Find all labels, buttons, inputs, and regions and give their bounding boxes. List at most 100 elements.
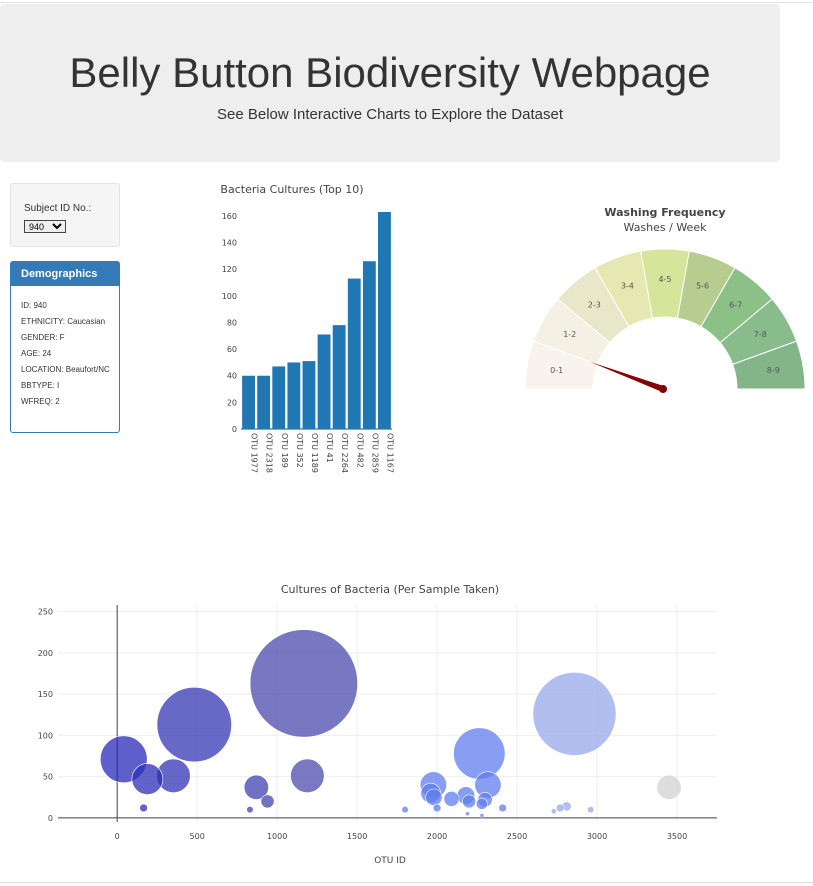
bar <box>317 334 331 429</box>
bar-x-tick-label: OTU 2318 <box>265 433 274 473</box>
gauge-section-label: 4-5 <box>658 275 671 284</box>
bubble-x-axis-label: OTU ID <box>374 856 406 866</box>
bar <box>242 375 255 429</box>
bottom-border <box>0 882 813 883</box>
bubble <box>401 806 409 814</box>
bar-x-tick-label: OTU 2859 <box>370 433 379 473</box>
bar-y-tick-label: 160 <box>222 212 237 221</box>
bar-x-tick-label: OTU 482 <box>355 433 364 468</box>
gauge-needle <box>589 361 665 392</box>
bubble <box>462 794 476 809</box>
bar <box>332 325 346 429</box>
gauge-section-label: 7-8 <box>754 330 767 339</box>
bar <box>302 361 316 429</box>
bubble <box>139 803 148 813</box>
subject-id-label: Subject ID No.: <box>24 203 92 214</box>
bubble <box>453 727 506 780</box>
bar-y-tick-label: 100 <box>222 292 237 301</box>
bubble <box>498 803 507 813</box>
top-border <box>0 2 813 3</box>
bubble <box>475 797 488 810</box>
subject-id-select[interactable]: 940 <box>24 220 66 233</box>
gauge-section-label: 5-6 <box>696 282 709 291</box>
bar <box>257 375 271 429</box>
bubble <box>425 788 443 806</box>
demo-wfreq: WFREQ: 2 <box>21 397 60 406</box>
bubble <box>246 806 254 814</box>
bubble <box>532 672 617 756</box>
bubble-x-tick-label: 2000 <box>427 832 447 841</box>
demo-gender: GENDER: F <box>21 333 65 342</box>
bar-y-tick-label: 80 <box>227 318 237 327</box>
gauge-section-label: 6-7 <box>729 301 742 310</box>
bar <box>362 261 376 429</box>
bubble <box>290 758 325 793</box>
bar-x-tick-label: OTU 2264 <box>340 433 349 473</box>
bar <box>378 211 391 429</box>
bar-x-tick-label: OTU 1977 <box>250 433 259 473</box>
bubble-x-tick-label: 1000 <box>267 832 287 841</box>
bar <box>287 362 301 429</box>
bubble-x-tick-label: 0 <box>115 832 120 841</box>
bubble-y-tick-label: 200 <box>38 649 53 658</box>
gauge-subtitle: Washes / Week <box>624 221 708 234</box>
bubble-chart[interactable]: Cultures of Bacteria (Per Sample Taken) 0… <box>20 575 740 875</box>
gauge-title: Washing Frequency <box>604 206 725 219</box>
bubble <box>249 629 358 738</box>
bar-x-tick-label: OTU 41 <box>325 433 334 463</box>
bubble-x-tick-label: 2500 <box>507 832 527 841</box>
bar <box>347 278 361 429</box>
bar-y-tick-label: 60 <box>227 345 237 354</box>
gauge-section-label: 3-4 <box>621 282 634 291</box>
demographics-panel: Demographics ID: 940 ETHNICITY: Caucasia… <box>10 261 120 433</box>
bar-x-tick-label: OTU 1167 <box>385 433 394 473</box>
bubble-x-tick-label: 3000 <box>587 832 607 841</box>
bubble <box>465 811 470 817</box>
bubble <box>432 803 442 813</box>
gauge-section-label: 2-3 <box>588 301 601 310</box>
bubble-y-tick-label: 250 <box>38 608 53 617</box>
demo-age: AGE: 24 <box>21 349 52 358</box>
bubble <box>587 806 595 814</box>
bubble-y-tick-label: 100 <box>38 731 53 740</box>
bubble-x-tick-label: 1500 <box>347 832 367 841</box>
bubble-x-tick-label: 3500 <box>667 832 687 841</box>
subject-selector-well: Subject ID No.: 940 <box>10 183 120 247</box>
gauge-section-label: 8-9 <box>767 366 780 375</box>
header-jumbotron: Belly Button Biodiversity Webpage See Be… <box>0 4 780 162</box>
page-subtitle: See Below Interactive Charts to Explore … <box>216 106 563 123</box>
gauge-section-label: 1-2 <box>563 330 576 339</box>
bubble <box>550 808 557 815</box>
gauge-chart[interactable]: Washing Frequency Washes / Week 0-1 1-2 2-3 3… <box>520 195 810 405</box>
bubble <box>479 813 485 818</box>
page-title: Belly Button Biodiversity Webpage <box>69 49 711 96</box>
bar-y-tick-label: 120 <box>222 265 237 274</box>
bubble-y-tick-label: 50 <box>43 773 53 782</box>
bar-x-tick-label: OTU 1189 <box>310 433 319 473</box>
bubble <box>156 687 232 763</box>
demo-id: ID: 940 <box>21 301 47 310</box>
demographics-info: ID: 940 ETHNICITY: Caucasian GENDER: F A… <box>11 286 119 406</box>
demo-location: LOCATION: Beaufort/NC <box>21 365 110 374</box>
bar-x-tick-label: OTU 352 <box>295 433 304 468</box>
bar-y-tick-label: 40 <box>227 372 237 381</box>
bubble-chart-title: Cultures of Bacteria (Per Sample Taken) <box>281 583 499 596</box>
bubble-y-tick-label: 0 <box>48 814 53 823</box>
gauge-section-label: 0-1 <box>550 366 563 375</box>
bar-chart-title: Bacteria Cultures (Top 10) <box>220 183 363 196</box>
demo-ethnicity: ETHNICITY: Caucasian <box>21 317 106 326</box>
bar-x-tick-label: OTU 189 <box>280 433 289 468</box>
bubble <box>443 791 460 807</box>
demographics-title: Demographics <box>11 262 119 286</box>
bubble-x-tick-label: 500 <box>190 832 205 841</box>
bar-y-tick-label: 20 <box>227 398 237 407</box>
bubble-y-tick-label: 150 <box>38 690 53 699</box>
bubble <box>656 774 682 800</box>
bubble <box>555 803 565 813</box>
bar-chart[interactable]: Bacteria Cultures (Top 10) 0 20 40 60 80 100 12… <box>200 175 420 485</box>
bubble <box>260 794 275 809</box>
bubble <box>131 763 164 795</box>
bar-y-tick-label: 140 <box>222 239 237 248</box>
demo-bbtype: BBTYPE: I <box>21 381 60 390</box>
gauge-needle-hub <box>659 385 667 393</box>
